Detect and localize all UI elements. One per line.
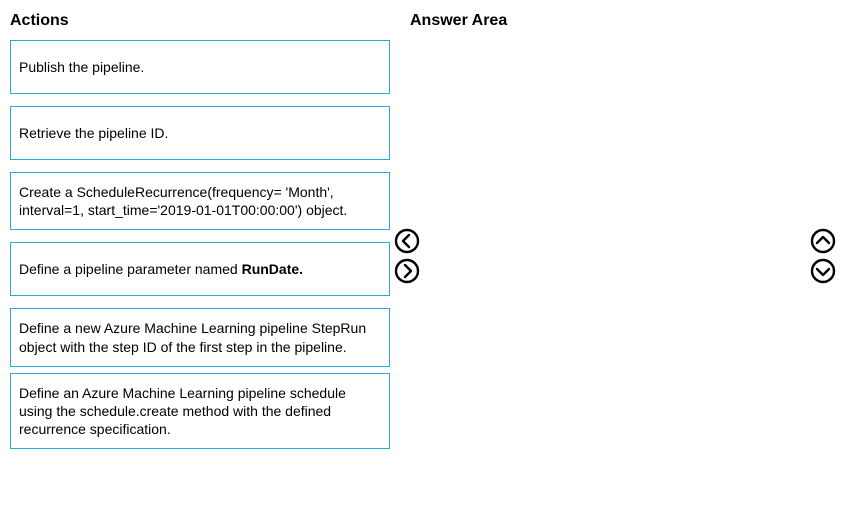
action-text-bold: RunDate. xyxy=(242,261,303,277)
action-text: Define an Azure Machine Learning pipelin… xyxy=(19,384,381,439)
actions-column: Actions Publish the pipeline. Retrieve t… xyxy=(10,12,390,461)
chevron-right-circle-icon xyxy=(394,258,420,284)
action-text: Retrieve the pipeline ID. xyxy=(19,124,168,142)
action-text: Create a ScheduleRecurrence(frequency= '… xyxy=(19,183,381,219)
move-down-button[interactable] xyxy=(810,258,836,284)
move-left-button[interactable] xyxy=(394,228,420,254)
move-up-button[interactable] xyxy=(810,228,836,254)
move-right-button[interactable] xyxy=(394,258,420,284)
action-item[interactable]: Publish the pipeline. xyxy=(10,40,390,94)
action-text: Publish the pipeline. xyxy=(19,58,144,76)
action-item[interactable]: Define an Azure Machine Learning pipelin… xyxy=(10,373,390,450)
action-item[interactable]: Define a new Azure Machine Learning pipe… xyxy=(10,308,390,366)
chevron-up-circle-icon xyxy=(810,228,836,254)
answer-area-heading: Answer Area xyxy=(410,12,507,30)
actions-heading: Actions xyxy=(10,12,390,30)
action-text-prefix: Define a pipeline parameter named xyxy=(19,261,242,277)
action-text: Define a pipeline parameter named RunDat… xyxy=(19,260,303,278)
action-item[interactable]: Retrieve the pipeline ID. xyxy=(10,106,390,160)
chevron-down-circle-icon xyxy=(810,258,836,284)
action-text: Define a new Azure Machine Learning pipe… xyxy=(19,319,381,355)
chevron-left-circle-icon xyxy=(394,228,420,254)
action-item[interactable]: Define a pipeline parameter named RunDat… xyxy=(10,242,390,296)
action-item[interactable]: Create a ScheduleRecurrence(frequency= '… xyxy=(10,172,390,230)
